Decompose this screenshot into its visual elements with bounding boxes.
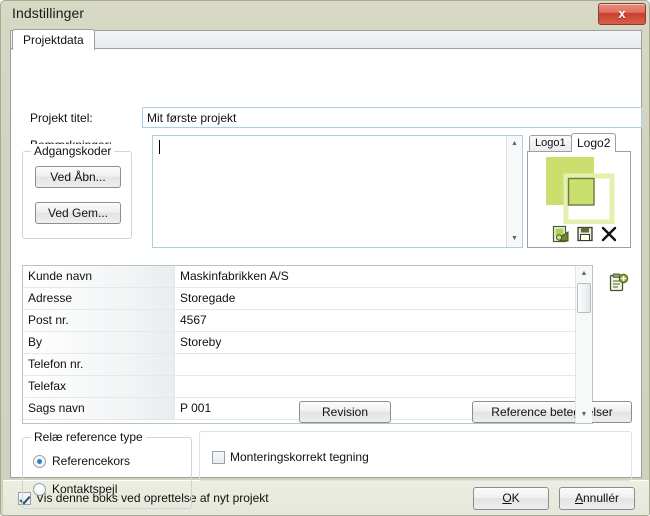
table-row[interactable]: Telefax	[23, 376, 592, 398]
radio-referencekors-label: Referencekors	[52, 454, 131, 468]
cancel-button[interactable]: Annullér	[559, 487, 635, 510]
ved-gem-label: Ved Gem...	[47, 206, 109, 220]
adgangskoder-group: Adgangskoder Ved Åbn... Ved Gem...	[22, 144, 132, 239]
tab-projektdata[interactable]: Projektdata	[12, 29, 95, 50]
table-cell-value[interactable]	[176, 354, 592, 375]
relay-reference-group: Relæ reference type Referencekors Kontak…	[22, 430, 192, 509]
delete-icon[interactable]	[600, 225, 618, 243]
logo-tab-1-label: Logo1	[535, 137, 566, 149]
relay-reference-group-title: Relæ reference type	[31, 430, 146, 444]
grid-rows: Kunde navn Maskinfabrikken A/S Adresse Stor…	[23, 266, 592, 420]
grid-scroll-track[interactable]: ▲ ▼	[576, 266, 592, 423]
ved-abn-label: Ved Åbn...	[50, 170, 106, 184]
table-cell-key: Kunde navn	[23, 266, 175, 287]
reference-designations-label: Reference betegnelser	[491, 405, 613, 419]
scroll-up-icon[interactable]: ▲	[507, 136, 522, 152]
logo-tab-1[interactable]: Logo1	[529, 135, 572, 152]
grid-scroll-thumb[interactable]	[577, 283, 591, 313]
table-cell-key: Telefon nr.	[23, 354, 175, 375]
remarks-textarea[interactable]: ▲ ▼	[152, 135, 523, 248]
revision-button-label: Revision	[321, 405, 369, 419]
open-image-icon[interactable]	[552, 225, 570, 243]
table-row[interactable]: Telefon nr.	[23, 354, 592, 376]
table-cell-key: Adresse	[23, 288, 175, 309]
table-cell-value[interactable]	[176, 376, 592, 397]
grid-scrollbar[interactable]: ▲ ▼	[575, 266, 592, 423]
cancel-button-accesskey: A	[574, 491, 583, 505]
ok-button-label: K	[511, 491, 520, 505]
table-cell-key: Telefax	[23, 376, 175, 397]
text-caret	[159, 140, 160, 154]
close-button[interactable]: x	[598, 3, 646, 25]
checkbox-monteringskorrekt-indicator	[212, 451, 225, 464]
reference-designations-button[interactable]: Reference betegnelser	[472, 401, 632, 423]
tab-strip-filler	[10, 30, 642, 49]
logo-preview-body	[527, 151, 631, 248]
revision-button[interactable]: Revision	[299, 401, 391, 423]
radio-kontaktspejl-indicator	[33, 483, 46, 496]
project-title-input[interactable]: Mit første projekt	[142, 107, 642, 128]
add-customer-icon[interactable]	[609, 273, 629, 293]
project-title-label: Projekt titel:	[30, 111, 93, 125]
save-icon[interactable]	[576, 225, 594, 243]
logo-tab-2[interactable]: Logo2	[571, 133, 617, 152]
tab-projektdata-label: Projektdata	[23, 33, 84, 47]
title-bar: Indstillinger x	[1, 1, 649, 27]
logo-panel: Logo1 Logo2	[527, 133, 631, 248]
ok-button-accesskey: O	[502, 491, 512, 505]
scroll-down-icon[interactable]: ▼	[507, 231, 522, 247]
tab-strip: Projektdata	[10, 29, 642, 50]
table-cell-value[interactable]: Storeby	[176, 332, 592, 353]
settings-dialog: Indstillinger x Projektdata Projekt tite…	[0, 0, 650, 516]
grid-scroll-down-icon[interactable]: ▼	[576, 407, 592, 423]
mounting-panel: Monteringskorrekt tegning	[199, 431, 632, 481]
table-cell-value[interactable]: 4567	[176, 310, 592, 331]
remarks-scrollbar[interactable]: ▲ ▼	[506, 136, 522, 247]
table-cell-key: Post nr.	[23, 310, 175, 331]
table-row[interactable]: Adresse Storegade	[23, 288, 592, 310]
ved-abn-button[interactable]: Ved Åbn...	[35, 166, 121, 188]
table-cell-value[interactable]: Maskinfabrikken A/S	[176, 266, 592, 287]
radio-referencekors-indicator	[33, 455, 46, 468]
ved-gem-button[interactable]: Ved Gem...	[35, 202, 121, 224]
radio-kontaktspejl-label: Kontaktspejl	[52, 482, 118, 496]
tab-page-projektdata: Projekt titel: Mit første projekt Bemærk…	[10, 48, 642, 509]
logo-toolbar	[528, 225, 630, 245]
logo-image	[546, 157, 615, 224]
table-row[interactable]: By Storeby	[23, 332, 592, 354]
table-cell-key: By	[23, 332, 175, 353]
table-cell-value[interactable]: Storegade	[176, 288, 592, 309]
checkbox-monteringskorrekt-label: Monteringskorrekt tegning	[230, 450, 369, 464]
grid-scroll-up-icon[interactable]: ▲	[576, 266, 592, 282]
table-row[interactable]: Kunde navn Maskinfabrikken A/S	[23, 266, 592, 288]
table-cell-key: Sags navn	[23, 398, 175, 419]
table-row[interactable]: Post nr. 4567	[23, 310, 592, 332]
window-title: Indstillinger	[12, 5, 85, 21]
close-icon: x	[618, 6, 626, 21]
adgangskoder-group-title: Adgangskoder	[31, 144, 115, 158]
cancel-button-label: nnullér	[582, 491, 620, 505]
logo-tab-2-label: Logo2	[577, 136, 611, 150]
ok-button[interactable]: OK	[473, 487, 549, 510]
